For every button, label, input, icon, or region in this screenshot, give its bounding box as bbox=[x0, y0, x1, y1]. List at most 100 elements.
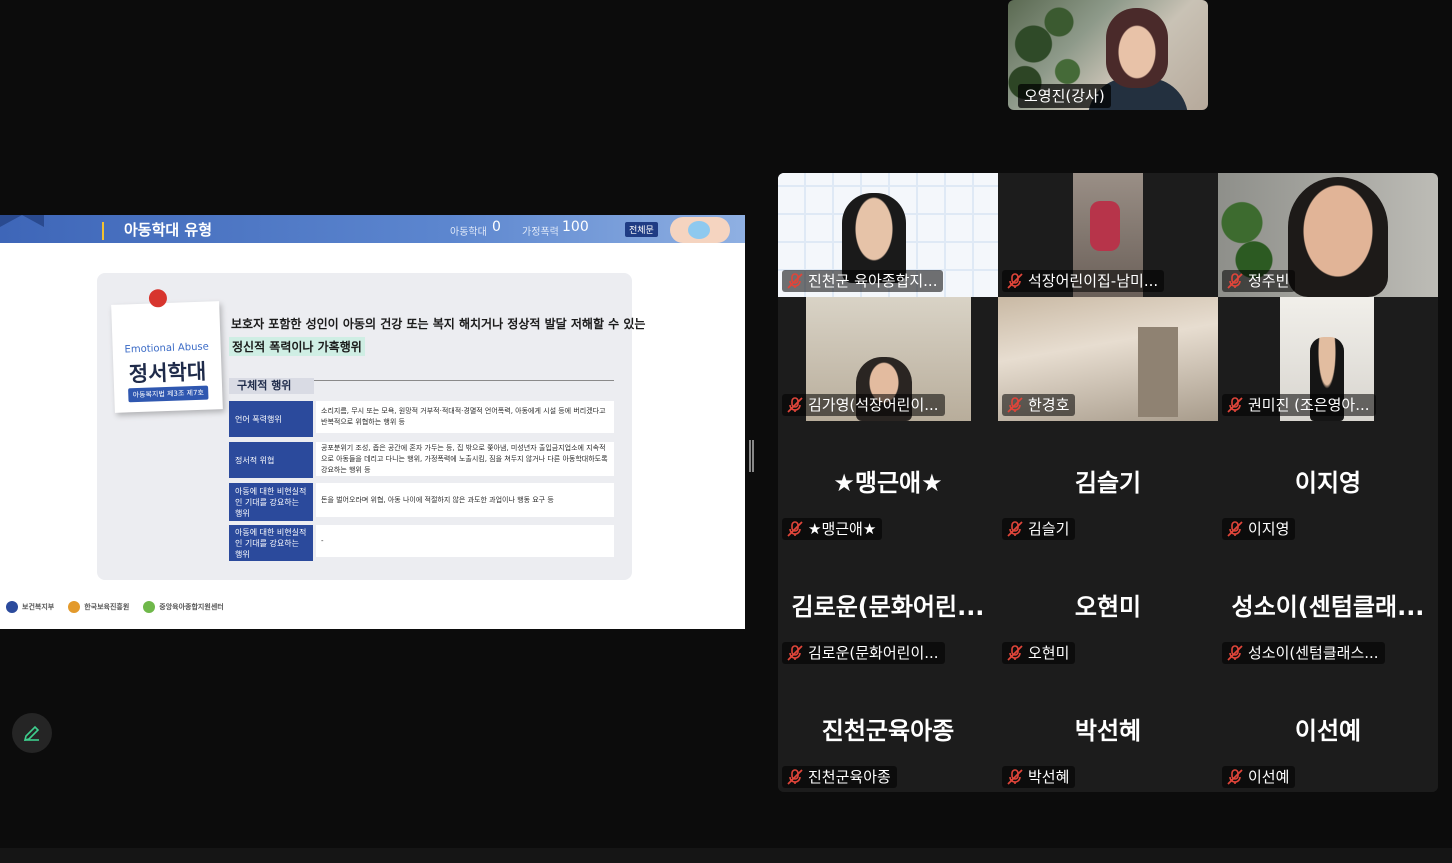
divider bbox=[314, 380, 614, 381]
shared-screen-slide: 아동학대 유형 아동학대 0 가정폭력 100 전체문 Emotional Ab… bbox=[0, 215, 745, 629]
participant-name: 오현미 bbox=[1028, 644, 1070, 662]
row-label: 정서적 위협 bbox=[229, 442, 313, 478]
microphone-muted-icon bbox=[1227, 521, 1243, 537]
participant-name: 석장어린이집-남미... bbox=[1028, 272, 1159, 290]
microphone-muted-icon bbox=[1227, 397, 1243, 413]
participant-name-tag: 석장어린이집-남미... bbox=[1002, 270, 1165, 292]
footer-logo: 중앙육아종합지원센터 bbox=[143, 601, 224, 613]
participant-name-tag: 이선예 bbox=[1222, 766, 1296, 788]
participant-name: 이지영 bbox=[1248, 520, 1290, 538]
participant-display-name: 이선예 bbox=[1294, 717, 1362, 745]
participant-name: 이선예 bbox=[1248, 768, 1290, 786]
participant-tile[interactable]: 성소이(센텀클래... 성소이(센텀클래스... bbox=[1218, 545, 1438, 669]
microphone-muted-icon bbox=[1227, 769, 1243, 785]
row-label: 아동에 대한 비현실적인 기대를 강요하는 행위 bbox=[229, 525, 313, 561]
participant-display-name: 이지영 bbox=[1294, 469, 1362, 497]
participant-tile[interactable]: 이선예 이선예 bbox=[1218, 669, 1438, 792]
participant-display-name: 진천군육아종 bbox=[821, 717, 955, 745]
microphone-muted-icon bbox=[1007, 273, 1023, 289]
speaker-face bbox=[1106, 8, 1168, 88]
participant-tile[interactable]: 한경호 bbox=[998, 297, 1218, 421]
progress-label-a: 아동학대 bbox=[450, 227, 487, 238]
participant-name-tag: 성소이(센텀클래스... bbox=[1222, 642, 1385, 664]
microphone-muted-icon bbox=[787, 521, 803, 537]
participant-tile[interactable]: 이지영 이지영 bbox=[1218, 421, 1438, 545]
microphone-muted-icon bbox=[1007, 645, 1023, 661]
row-label: 아동에 대한 비현실적인 기대를 강요하는 행위 bbox=[229, 483, 313, 521]
participant-name: ★맹근애★ bbox=[808, 520, 877, 538]
participant-name-tag: ★맹근애★ bbox=[782, 518, 883, 540]
participant-display-name: ★맹근애★ bbox=[833, 469, 943, 497]
slide-header: 아동학대 유형 아동학대 0 가정폭력 100 전체문 bbox=[0, 215, 745, 243]
microphone-muted-icon bbox=[787, 645, 803, 661]
pen-icon bbox=[23, 725, 40, 742]
participant-tile[interactable]: ★맹근애★ ★맹근애★ bbox=[778, 421, 998, 545]
participant-name: 김슬기 bbox=[1028, 520, 1070, 538]
note-law: 아동복지법 제3조 제7호 bbox=[128, 385, 209, 403]
participant-display-name: 박선혜 bbox=[1074, 717, 1142, 745]
participant-name-tag: 오현미 bbox=[1002, 642, 1076, 664]
participant-display-name: 김로운(문화어린... bbox=[791, 593, 985, 621]
participant-tile[interactable]: 권미진 (조은영아... bbox=[1218, 297, 1438, 421]
microphone-muted-icon bbox=[787, 273, 803, 289]
row-desc: - bbox=[316, 525, 614, 557]
row-desc: 돈을 벌어오라며 위협, 아동 나이에 적절하지 않은 과도한 과업이나 행동 … bbox=[316, 483, 614, 517]
meeting-window: 오영진(강사) 아동학대 유형 아동학대 0 가정폭력 100 전체문 Emot… bbox=[0, 0, 1452, 863]
participant-tile[interactable]: 석장어린이집-남미... bbox=[998, 173, 1218, 297]
speaker-video-tile[interactable]: 오영진(강사) bbox=[1008, 0, 1208, 110]
participant-name: 박선혜 bbox=[1028, 768, 1070, 786]
header-notch bbox=[0, 215, 44, 227]
participant-name-tag: 정주빈 bbox=[1222, 270, 1296, 292]
speaker-name: 오영진(강사) bbox=[1018, 84, 1111, 108]
footer-logo: 보건복지부 bbox=[6, 601, 54, 613]
participant-name-tag: 이지영 bbox=[1222, 518, 1296, 540]
participant-tile[interactable]: 김가영(석장어린이... bbox=[778, 297, 998, 421]
participant-display-name: 성소이(센텀클래... bbox=[1231, 593, 1425, 621]
participant-name: 김로운(문화어린이... bbox=[808, 644, 939, 662]
progress-value-b: 100 bbox=[562, 219, 589, 235]
pushpin-icon bbox=[148, 288, 168, 308]
participant-name-tag: 김슬기 bbox=[1002, 518, 1076, 540]
microphone-muted-icon bbox=[1007, 769, 1023, 785]
participant-name: 김가영(석장어린이... bbox=[808, 396, 939, 414]
note-korean: 정서학대 bbox=[128, 359, 207, 387]
participant-name: 한경호 bbox=[1028, 396, 1070, 414]
row-label: 언어 폭력행위 bbox=[229, 401, 313, 437]
text-cursor-icon bbox=[102, 222, 110, 240]
participant-tile[interactable]: 진천군육아종 진천군육아종 bbox=[778, 669, 998, 792]
footer-logo: 한국보육진흥원 bbox=[68, 601, 129, 613]
definition-line-1: 보호자 포함한 성인이 아동의 건강 또는 복지 해치거나 정상적 발달 저해할… bbox=[231, 317, 646, 331]
split-resize-handle[interactable] bbox=[749, 440, 754, 472]
microphone-muted-icon bbox=[787, 397, 803, 413]
participant-tile[interactable]: 김슬기 김슬기 bbox=[998, 421, 1218, 545]
row-desc: 공포분위기 조성, 좁은 공간에 혼자 가두는 등, 집 밖으로 쫓아냄, 미성… bbox=[316, 442, 614, 476]
participant-tile[interactable]: 정주빈 bbox=[1218, 173, 1438, 297]
participant-name-tag: 진천군육아종 bbox=[782, 766, 897, 788]
microphone-muted-icon bbox=[1227, 273, 1243, 289]
participant-gallery: 진천군 육아종합지... 석장어린이집-남미... 정주빈김가영(석장어린이... 한… bbox=[778, 173, 1438, 792]
participant-tile[interactable]: 진천군 육아종합지... bbox=[778, 173, 998, 297]
sub-header: 구체적 행위 bbox=[229, 378, 314, 394]
row-desc: 소리지름, 무시 또는 모욕, 원망적 거부적·적대적·경멸적 언어폭력, 아동… bbox=[316, 401, 614, 433]
badge: 전체문 bbox=[625, 222, 658, 237]
participant-name-tag: 박선혜 bbox=[1002, 766, 1076, 788]
participant-name: 진천군 육아종합지... bbox=[808, 272, 938, 290]
note-english: Emotional Abuse bbox=[124, 341, 210, 356]
heart-hands-icon bbox=[670, 217, 730, 243]
participant-name-tag: 한경호 bbox=[1002, 394, 1076, 416]
definition-line-2: 정신적 폭력이나 가혹행위 bbox=[229, 337, 365, 356]
footer-logos: 보건복지부 한국보육진흥원 중앙육아종합지원센터 bbox=[6, 601, 224, 613]
participant-name: 정주빈 bbox=[1248, 272, 1290, 290]
bottom-toolbar bbox=[0, 848, 1452, 863]
participant-tile[interactable]: 오현미 오현미 bbox=[998, 545, 1218, 669]
slide-title: 아동학대 유형 bbox=[124, 221, 213, 239]
participant-display-name: 김슬기 bbox=[1074, 469, 1142, 497]
annotate-button[interactable] bbox=[12, 713, 52, 753]
participant-name: 권미진 (조은영아... bbox=[1248, 396, 1370, 414]
microphone-muted-icon bbox=[787, 769, 803, 785]
participant-name: 성소이(센텀클래스... bbox=[1248, 644, 1379, 662]
participant-name-tag: 김로운(문화어린이... bbox=[782, 642, 945, 664]
participant-name-tag: 김가영(석장어린이... bbox=[782, 394, 945, 416]
participant-tile[interactable]: 박선혜 박선혜 bbox=[998, 669, 1218, 792]
participant-tile[interactable]: 김로운(문화어린... 김로운(문화어린이... bbox=[778, 545, 998, 669]
